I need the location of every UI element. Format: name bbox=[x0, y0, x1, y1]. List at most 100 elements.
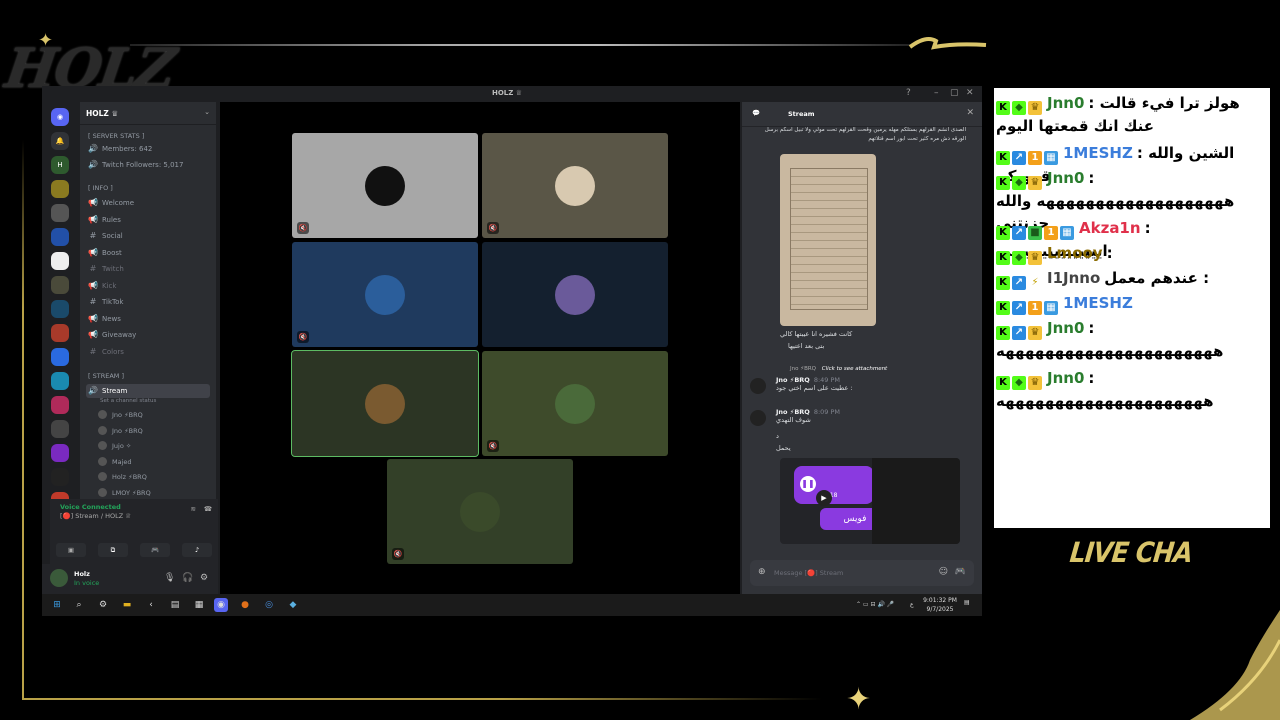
server-icon-holz[interactable]: H bbox=[51, 156, 69, 174]
app-icon[interactable]: ▦ bbox=[192, 598, 206, 612]
grid-badge-icon: ▦ bbox=[1044, 301, 1058, 315]
activity-button[interactable]: 🎮 bbox=[140, 543, 170, 557]
voice-channel-stream[interactable]: 🔊 Stream bbox=[86, 384, 210, 398]
chrome-icon[interactable]: ◎ bbox=[262, 598, 276, 612]
channel-kick[interactable]: 📢 Kick bbox=[86, 279, 210, 293]
voice-channel-name[interactable]: [🔴] Stream / HOLZ ♕ bbox=[60, 512, 131, 520]
chat-message[interactable]: يحمل bbox=[776, 444, 966, 452]
server-icon[interactable] bbox=[51, 204, 69, 222]
microphone-icon[interactable]: 🎙 bbox=[164, 573, 175, 583]
server-icon[interactable] bbox=[51, 396, 69, 414]
discord-taskbar-icon[interactable]: ◉ bbox=[214, 598, 228, 612]
windows-start-icon[interactable]: ⊞ bbox=[50, 598, 64, 612]
server-icon[interactable] bbox=[51, 468, 69, 486]
inbox-icon[interactable]: 🔔 bbox=[51, 132, 69, 150]
crown-badge-icon: ♛ bbox=[1028, 326, 1042, 340]
category-server-stats[interactable]: [ SERVER STATS ] bbox=[88, 132, 144, 140]
message-text: كانت فشيره انا عيبتها كالي bbox=[780, 330, 853, 338]
channel-boost[interactable]: 📢 Boost bbox=[86, 246, 210, 260]
play-icon[interactable]: ▶ bbox=[816, 490, 832, 506]
gamepad-icon[interactable]: 🎮 bbox=[955, 567, 966, 577]
participant-avatar bbox=[460, 492, 500, 532]
headphones-icon[interactable]: 🎧 bbox=[182, 573, 193, 583]
close-icon[interactable]: ✕ bbox=[966, 108, 974, 118]
file-explorer-icon[interactable]: ▬ bbox=[120, 598, 134, 612]
server-icon[interactable] bbox=[51, 300, 69, 318]
server-icon[interactable] bbox=[51, 252, 69, 270]
windows-taskbar: ⊞ ⌕ ⚙ ▬ ‹ ▤ ▦ ◉ ● ◎ ◆ ⌃ ▭ ⊟ 🔊 🎤 ع 9:01:3… bbox=[42, 594, 982, 616]
screen-share-button[interactable]: ⧉ bbox=[98, 543, 128, 557]
soundboard-button[interactable]: ♪ bbox=[182, 543, 212, 557]
chat-message[interactable]: Jno ⚡BRQ 8:49 PM عطيت على اسم اختي جود : bbox=[750, 376, 966, 394]
hashtag-icon: # bbox=[89, 346, 97, 356]
server-icon[interactable] bbox=[51, 324, 69, 342]
channel-welcome[interactable]: 📢 Welcome bbox=[86, 196, 210, 210]
avatar[interactable] bbox=[50, 569, 68, 587]
search-icon[interactable]: ⌕ bbox=[72, 598, 86, 612]
live-chat-message: K ↗ ♛ Jnn0: ههههههههههههههههههههههه bbox=[996, 317, 1266, 362]
server-icon[interactable] bbox=[51, 444, 69, 462]
channel-colors[interactable]: # Colors bbox=[86, 345, 210, 359]
video-tile[interactable] bbox=[482, 242, 668, 347]
message-author[interactable]: Jno ⚡BRQ bbox=[776, 408, 810, 416]
system-tray-icons[interactable]: ⌃ ▭ ⊟ 🔊 🎤 bbox=[856, 601, 894, 608]
channel-tiktok[interactable]: # TikTok bbox=[86, 295, 210, 309]
server-icon[interactable] bbox=[51, 180, 69, 198]
server-header[interactable]: HOLZ ♕ ⌄ bbox=[80, 102, 216, 125]
channel-status[interactable]: Set a channel status bbox=[100, 398, 156, 404]
message-author[interactable]: Jno ⚡BRQ bbox=[776, 376, 810, 384]
channel-giveaway[interactable]: 📢 Giveaway bbox=[86, 328, 210, 342]
server-icon[interactable] bbox=[51, 420, 69, 438]
server-icon[interactable] bbox=[51, 348, 69, 366]
firefox-icon[interactable]: ● bbox=[238, 598, 252, 612]
video-tile[interactable]: 🔇 bbox=[482, 133, 668, 238]
server-icon[interactable] bbox=[51, 372, 69, 390]
megaphone-icon: 📢 bbox=[88, 313, 98, 323]
stat-followers[interactable]: 🔊 Twitch Followers: 5,017 bbox=[86, 158, 210, 172]
reply-preview[interactable]: Jno ⚡BRQ Click to see attachment bbox=[790, 366, 887, 372]
arrow-badge-icon: ↗ bbox=[1012, 326, 1026, 340]
notification-icon[interactable]: ▤ bbox=[964, 599, 970, 606]
camera-button[interactable]: ▣ bbox=[56, 543, 86, 557]
participant-avatar bbox=[365, 275, 405, 315]
megaphone-icon: 📢 bbox=[88, 280, 98, 290]
video-tile[interactable]: 🔇 bbox=[292, 242, 478, 347]
disconnect-icon[interactable]: ☎ bbox=[204, 505, 212, 513]
category-info[interactable]: [ INFO ] bbox=[88, 184, 113, 192]
discord-home-icon[interactable]: ◉ bbox=[51, 108, 69, 126]
chat-message[interactable]: د bbox=[776, 432, 966, 440]
video-attachment[interactable]: ❚❚ 0:18 فويس ▶ bbox=[780, 458, 960, 544]
participant-avatar bbox=[555, 166, 595, 206]
server-icon[interactable] bbox=[51, 228, 69, 246]
clock-date[interactable]: 9/7/2025 bbox=[922, 606, 958, 613]
video-tile-speaking[interactable] bbox=[291, 350, 479, 457]
channel-rules[interactable]: 📢 Rules bbox=[86, 213, 210, 227]
minimize-icon[interactable]: – bbox=[934, 88, 939, 98]
video-tile[interactable]: 🔇 bbox=[482, 351, 668, 456]
settings-gear-icon[interactable]: ⚙ bbox=[200, 573, 208, 583]
settings-icon[interactable]: ⚙ bbox=[96, 598, 110, 612]
input-language[interactable]: ع bbox=[910, 601, 914, 608]
video-tile[interactable]: 🔇 bbox=[387, 459, 573, 564]
chevron-down-icon[interactable]: ⌄ bbox=[204, 108, 210, 116]
close-icon[interactable]: ✕ bbox=[966, 88, 974, 98]
clock-time[interactable]: 9:01:32 PM bbox=[922, 597, 958, 604]
video-tile[interactable]: 🔇 bbox=[292, 133, 478, 238]
emoji-icon[interactable]: ☺ bbox=[939, 567, 948, 577]
category-stream[interactable]: [ STREAM ] bbox=[88, 372, 124, 380]
image-attachment[interactable] bbox=[780, 154, 876, 326]
channel-social[interactable]: # Social bbox=[86, 229, 210, 243]
add-attachment-icon[interactable]: ⊕ bbox=[758, 567, 766, 577]
message-input[interactable]: ⊕ Message [🔴] Stream ☺ 🎮 bbox=[750, 560, 974, 586]
steam-icon[interactable]: ◆ bbox=[286, 598, 300, 612]
back-icon[interactable]: ‹ bbox=[144, 598, 158, 612]
server-icon[interactable] bbox=[51, 276, 69, 294]
noise-suppression-icon[interactable]: ≋ bbox=[191, 505, 196, 513]
app-icon[interactable]: ▤ bbox=[168, 598, 182, 612]
channel-news[interactable]: 📢 News bbox=[86, 312, 210, 326]
chat-message[interactable]: Jno ⚡BRQ 8:09 PM شوف التهدي bbox=[750, 408, 966, 426]
stat-members[interactable]: 🔊 Members: 642 bbox=[86, 142, 210, 156]
maximize-icon[interactable]: ▢ bbox=[950, 88, 959, 98]
help-icon[interactable]: ? bbox=[906, 88, 911, 98]
channel-twitch[interactable]: # Twitch bbox=[86, 262, 210, 276]
